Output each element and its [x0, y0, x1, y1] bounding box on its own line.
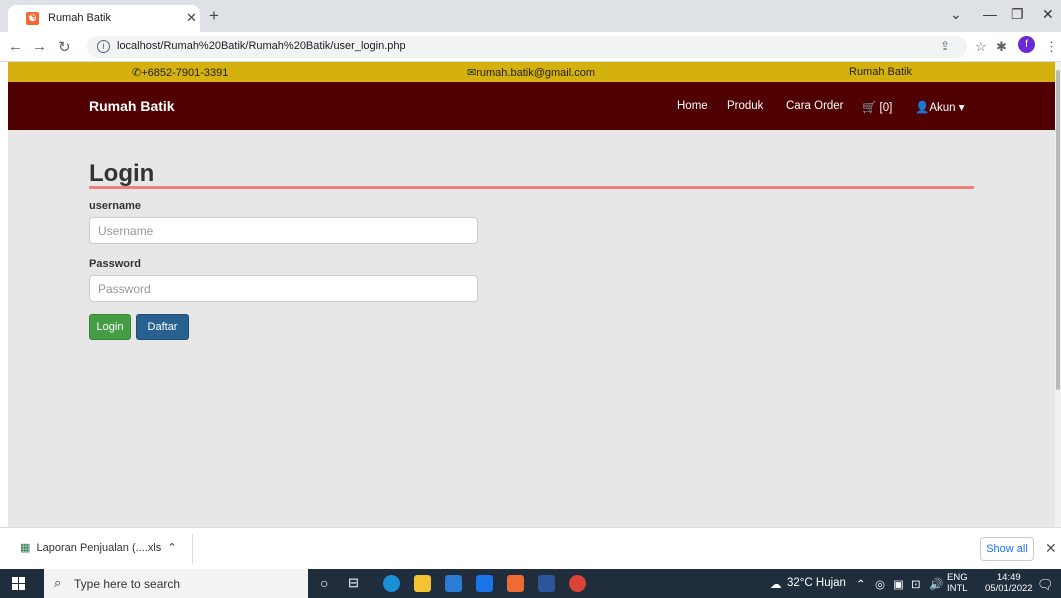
tab-close-icon[interactable]: ✕ — [186, 10, 197, 26]
search-icon: ⌕ — [54, 575, 62, 590]
strip-site-name: Rumah Batik — [849, 66, 912, 78]
tray-chevron-up-icon[interactable]: ⌃ — [856, 577, 866, 591]
mail-icon[interactable] — [476, 575, 493, 592]
notification-center-icon[interactable]: 🗨 — [1037, 577, 1054, 593]
profile-avatar[interactable]: f — [1018, 36, 1035, 53]
minimize-icon[interactable]: — — [983, 6, 997, 22]
nav-home[interactable]: Home — [677, 100, 708, 112]
xampp-favicon-icon: ☯ — [26, 12, 39, 25]
username-input[interactable] — [89, 217, 478, 244]
site-contact-strip: ✆+6852-7901-3391 ✉rumah.batik@gmail.com … — [8, 62, 1055, 82]
word-icon[interactable] — [538, 575, 555, 592]
address-toolbar: ← → ↻ i localhost/Rumah%20Batik/Rumah%20… — [0, 32, 1061, 62]
brand-link[interactable]: Rumah Batik — [89, 98, 175, 114]
password-input[interactable] — [89, 275, 478, 302]
nav-cara-order[interactable]: Cara Order — [786, 100, 844, 112]
extensions-icon[interactable]: ✱ — [996, 39, 1007, 55]
nav-produk[interactable]: Produk — [727, 100, 763, 112]
taskbar-search-box[interactable]: ⌕ Type here to search — [44, 569, 308, 598]
phone-contact: ✆+6852-7901-3391 — [132, 67, 229, 79]
file-explorer-icon[interactable] — [414, 575, 431, 592]
download-bar-close-icon[interactable]: ✕ — [1045, 540, 1057, 557]
window-close-icon[interactable]: ✕ — [1042, 6, 1054, 23]
chrome-icon[interactable] — [569, 575, 586, 592]
menu-kebab-icon[interactable]: ⋮ — [1045, 39, 1058, 55]
share-icon[interactable]: ⇪ — [940, 39, 950, 53]
password-label: Password — [89, 258, 141, 270]
title-underline — [89, 186, 974, 189]
login-content: Login username Password Login Daftar — [8, 130, 1055, 527]
cart-icon: 🛒 — [862, 102, 877, 114]
back-icon[interactable]: ← — [8, 38, 23, 55]
nav-cart[interactable]: 🛒 [0] — [862, 100, 892, 114]
weather-text[interactable]: 32°C Hujan — [787, 577, 846, 589]
windows-start-icon[interactable] — [12, 577, 25, 590]
browser-tab-bar: ☯ Rumah Batik ✕ + ⌄ — ❐ ✕ — [0, 0, 1061, 32]
new-tab-icon[interactable]: + — [209, 6, 219, 26]
taskbar-search-placeholder: Type here to search — [74, 577, 181, 591]
download-item[interactable]: ▦ Laporan Penjualan (....xls ⌃ — [20, 541, 177, 554]
email-contact: ✉rumah.batik@gmail.com — [467, 67, 595, 79]
xampp-icon[interactable] — [507, 575, 524, 592]
address-bar[interactable]: i localhost/Rumah%20Batik/Rumah%20Batik/… — [87, 36, 967, 58]
phone-icon: ✆ — [132, 67, 142, 79]
volume-icon[interactable]: 🔊 — [929, 577, 943, 591]
bookmark-star-icon[interactable]: ☆ — [975, 39, 987, 55]
restore-icon[interactable]: ❐ — [1011, 6, 1024, 23]
spreadsheet-file-icon: ▦ — [20, 542, 31, 554]
forward-icon[interactable]: → — [32, 38, 47, 55]
user-icon: 👤 — [915, 102, 930, 114]
envelope-icon: ✉ — [467, 67, 477, 79]
weather-icon[interactable]: ☁ — [770, 577, 782, 591]
login-button[interactable]: Login — [89, 314, 131, 340]
windows-taskbar: ⌕ Type here to search ○ ⊟ ☁ 32°C Hujan ⌃… — [0, 569, 1061, 598]
site-info-icon[interactable]: i — [97, 40, 110, 53]
username-label: username — [89, 200, 141, 212]
language-indicator[interactable]: ENG INTL — [947, 572, 968, 594]
edge-icon[interactable] — [383, 575, 400, 592]
download-divider — [192, 534, 193, 564]
task-view-icon[interactable]: ⊟ — [348, 575, 359, 591]
caret-down-icon: ▾ — [958, 102, 965, 114]
tab-search-icon[interactable]: ⌄ — [950, 6, 962, 23]
system-clock[interactable]: 14:49 05/01/2022 — [985, 572, 1033, 594]
tray-app-icon[interactable]: ◎ — [875, 577, 885, 591]
store-icon[interactable] — [445, 575, 462, 592]
site-navbar: Rumah Batik Home Produk Cara Order 🛒 [0]… — [8, 82, 1055, 130]
show-all-button[interactable]: Show all — [980, 537, 1034, 561]
network-icon[interactable]: ⊡ — [911, 577, 921, 591]
url-text[interactable]: localhost/Rumah%20Batik/Rumah%20Batik/us… — [117, 40, 406, 52]
browser-tab[interactable]: ☯ Rumah Batik ✕ — [8, 5, 200, 32]
download-bar: ▦ Laporan Penjualan (....xls ⌃ Show all … — [0, 527, 1061, 569]
tab-title: Rumah Batik — [48, 12, 111, 24]
scrollbar-thumb[interactable] — [1056, 70, 1060, 390]
nav-akun-dropdown[interactable]: 👤Akun ▾ — [915, 100, 965, 114]
tray-notification-app-icon[interactable]: ▣ — [893, 577, 904, 591]
cortana-icon[interactable]: ○ — [320, 575, 328, 591]
page-title: Login — [89, 160, 155, 187]
daftar-button[interactable]: Daftar — [136, 314, 189, 340]
reload-icon[interactable]: ↻ — [58, 38, 71, 56]
chevron-up-icon[interactable]: ⌃ — [167, 542, 176, 554]
